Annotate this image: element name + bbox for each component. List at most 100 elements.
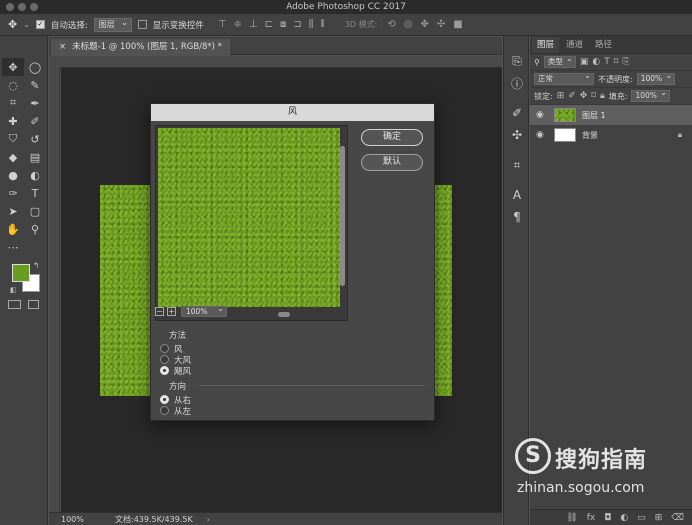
eraser-tool-icon[interactable]: ◆ xyxy=(2,148,24,166)
close-tab-icon[interactable]: × xyxy=(59,39,66,55)
move-tool-icon[interactable]: ✥ xyxy=(8,18,17,31)
marquee-tool-icon[interactable]: ◯ xyxy=(24,58,46,76)
link-layers-icon[interactable]: ⛓ xyxy=(566,513,577,523)
document-tab[interactable]: × 未标题-1 @ 100% (图层 1, RGB/8*) * xyxy=(51,39,230,55)
tab-channels[interactable]: 通道 xyxy=(561,37,588,53)
visibility-eye-icon[interactable]: ◉ xyxy=(536,130,548,140)
radio-button-selected[interactable] xyxy=(160,366,169,375)
opacity-field[interactable]: 100% xyxy=(636,71,676,85)
move-tool-icon[interactable]: ✥ xyxy=(2,58,24,76)
fx-icon[interactable]: fx xyxy=(587,513,596,523)
scale-3d-icon[interactable]: ■ xyxy=(453,19,462,30)
auto-select-checkbox[interactable]: ✓ xyxy=(35,20,45,29)
ok-button[interactable]: 确定 xyxy=(361,129,423,146)
lock-artboard-icon[interactable]: ⌑ xyxy=(591,91,596,101)
fill-field[interactable]: 100% xyxy=(631,88,670,102)
quick-select-tool-icon[interactable]: ✎ xyxy=(24,76,46,94)
healing-tool-icon[interactable]: ✚ xyxy=(2,112,24,130)
filter-smart-icon[interactable]: ⎘ xyxy=(622,57,629,67)
radio-button[interactable] xyxy=(160,355,169,364)
lock-transparent-icon[interactable]: ⊞ xyxy=(557,91,565,101)
zoom-tool-icon[interactable]: ⚲ xyxy=(24,220,46,238)
align-right-icon[interactable]: ⊐ xyxy=(293,19,301,30)
swap-colors-icon[interactable]: ↰ xyxy=(33,261,40,270)
tab-layers[interactable]: 图层 xyxy=(532,37,560,53)
brush-tool-icon[interactable]: ✐ xyxy=(24,112,46,130)
status-arrow-icon[interactable]: › xyxy=(207,515,210,524)
blur-tool-icon[interactable]: ● xyxy=(2,166,24,184)
align-left-icon[interactable]: ⊏ xyxy=(265,19,273,30)
preview-horizontal-scrollbar[interactable] xyxy=(260,311,340,318)
layer-row[interactable]: ◉ 背景 🔒︎ xyxy=(530,125,692,145)
zoom-out-button[interactable]: − xyxy=(155,306,164,316)
lock-position-icon[interactable]: ✥ xyxy=(580,91,588,101)
horizontal-scroll-thumb[interactable] xyxy=(278,312,290,317)
filter-type-dropdown[interactable]: 类型 xyxy=(543,54,576,68)
filter-type-icon[interactable]: T xyxy=(604,57,610,67)
close-window-button[interactable] xyxy=(6,3,14,11)
method-option[interactable]: 风 xyxy=(160,343,427,355)
filter-preview[interactable] xyxy=(158,128,340,307)
method-option[interactable]: 飓风 xyxy=(160,365,427,377)
quick-mask-icon[interactable] xyxy=(8,300,21,309)
character-panel-icon[interactable]: A xyxy=(504,184,530,206)
lock-pixels-icon[interactable]: ✐ xyxy=(568,91,576,101)
status-zoom[interactable]: 100% xyxy=(49,515,95,524)
crop-tool-icon[interactable]: ⌗ xyxy=(2,94,24,112)
slide-3d-icon[interactable]: ✣ xyxy=(437,19,445,30)
path-select-tool-icon[interactable]: ➤ xyxy=(2,202,24,220)
show-transform-checkbox[interactable] xyxy=(137,20,147,29)
crop-panel-icon[interactable]: ⌗ xyxy=(504,154,530,176)
distribute-icon[interactable]: ⫼ xyxy=(309,19,314,30)
stamp-tool-icon[interactable]: ⛉ xyxy=(2,130,24,148)
more-tools-icon[interactable]: ⋯ xyxy=(2,238,24,256)
brush-panel-icon[interactable]: ✐ xyxy=(504,102,530,124)
lasso-tool-icon[interactable]: ◌ xyxy=(2,76,24,94)
zoom-in-button[interactable]: + xyxy=(167,306,176,316)
visibility-eye-icon[interactable]: ◉ xyxy=(536,110,548,120)
filter-pixel-icon[interactable]: ▣ xyxy=(580,57,589,67)
orbit-3d-icon[interactable]: ⟲ xyxy=(387,19,395,30)
type-tool-icon[interactable]: T xyxy=(24,184,46,202)
lock-all-icon[interactable]: 🔒︎ xyxy=(600,91,605,101)
auto-select-dropdown[interactable]: 图层 xyxy=(93,17,132,32)
radio-button-selected[interactable] xyxy=(160,395,169,404)
screen-mode-icon[interactable] xyxy=(28,300,39,309)
radio-button[interactable] xyxy=(160,344,169,353)
align-top-icon[interactable]: ⊤ xyxy=(218,19,227,30)
preview-zoom-dropdown[interactable]: 100% xyxy=(181,304,227,317)
tab-paths[interactable]: 路径 xyxy=(590,37,617,53)
drag-3d-icon[interactable]: ✥ xyxy=(420,19,428,30)
align-middle-icon[interactable]: ≑ xyxy=(234,19,242,30)
distribute-h-icon[interactable]: ⦀ xyxy=(320,19,324,30)
align-center-icon[interactable]: ⧇ xyxy=(280,19,286,30)
roll-3d-icon[interactable]: ◎ xyxy=(404,19,413,30)
info-panel-icon[interactable]: ⓘ xyxy=(504,72,530,94)
method-option[interactable]: 大风 xyxy=(160,354,427,366)
paragraph-panel-icon[interactable]: ¶ xyxy=(504,206,530,228)
new-layer-icon[interactable]: ⊞ xyxy=(655,513,663,523)
add-mask-icon[interactable]: ◘ xyxy=(604,513,611,523)
trash-icon[interactable]: ⌫ xyxy=(671,513,684,523)
history-brush-icon[interactable]: ↺ xyxy=(24,130,46,148)
default-colors-icon[interactable]: ◧ xyxy=(10,286,17,294)
filter-adjust-icon[interactable]: ◐ xyxy=(592,57,600,67)
default-button[interactable]: 默认 xyxy=(361,154,423,171)
preview-vertical-scrollbar[interactable] xyxy=(339,128,346,308)
align-bottom-icon[interactable]: ⊥ xyxy=(249,19,258,30)
adjustment-layer-icon[interactable]: ◐ xyxy=(620,513,628,523)
new-group-icon[interactable]: ▭ xyxy=(637,513,646,523)
pen-tool-icon[interactable]: ✑ xyxy=(2,184,24,202)
layer-row[interactable]: ◉ 图层 1 xyxy=(530,105,692,125)
dodge-tool-icon[interactable]: ◐ xyxy=(24,166,46,184)
filter-shape-icon[interactable]: ⌑ xyxy=(614,57,619,67)
maximize-window-button[interactable] xyxy=(30,3,38,11)
direction-option[interactable]: 从右 xyxy=(160,394,427,406)
hand-tool-icon[interactable]: ✋ xyxy=(2,220,24,238)
direction-option[interactable]: 从左 xyxy=(160,405,427,417)
foreground-color-swatch[interactable] xyxy=(12,264,30,282)
vertical-scroll-thumb[interactable] xyxy=(340,146,345,286)
blend-mode-dropdown[interactable]: 正常 xyxy=(534,71,594,85)
eyedropper-tool-icon[interactable]: ✒ xyxy=(24,94,46,112)
clone-source-icon[interactable]: ✣ xyxy=(504,124,530,146)
